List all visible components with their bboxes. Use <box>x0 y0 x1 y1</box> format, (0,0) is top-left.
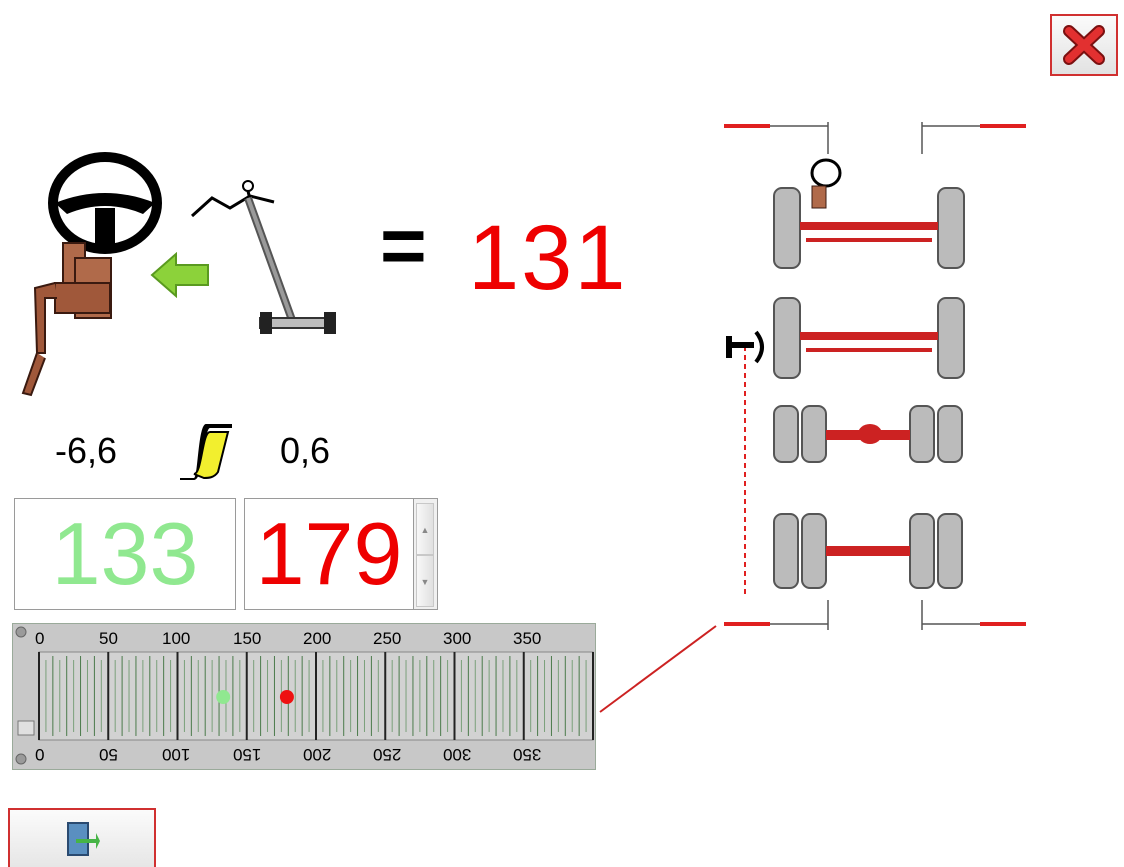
red-marker <box>279 690 294 704</box>
offset-left-value: -6,6 <box>55 430 118 471</box>
spinner-up-button[interactable]: ▲ <box>416 503 434 555</box>
bottom-label-0: 0 <box>35 745 45 764</box>
alignment-tool-icon <box>190 180 336 334</box>
top-label-50: 50 <box>99 629 118 648</box>
green-marker <box>216 690 231 704</box>
green-readout: 133 <box>14 498 236 610</box>
bottom-label-250: 250 <box>373 745 402 764</box>
spinner-down-button[interactable]: ▼ <box>416 555 434 607</box>
bottom-label-300: 300 <box>443 745 472 764</box>
bottom-label-50: 50 <box>99 745 118 764</box>
bottom-label-100: 100 <box>162 745 191 764</box>
top-label-250: 250 <box>373 629 402 648</box>
close-icon <box>1063 25 1105 65</box>
red-readout-spinner[interactable]: ▲ ▼ <box>414 498 438 610</box>
top-label-0: 0 <box>35 629 45 648</box>
yellow-curve-icon <box>180 424 232 480</box>
top-label-100: 100 <box>162 629 191 648</box>
red-readout[interactable]: 179 <box>244 498 414 610</box>
bottom-label-150: 150 <box>233 745 262 764</box>
top-label-200: 200 <box>303 629 332 648</box>
offset-right-value: 0,6 <box>280 430 331 471</box>
position-scale: 0 50 100 150 200 250 300 350 0 50 100 15… <box>12 623 596 770</box>
bottom-label-200: 200 <box>303 745 332 764</box>
top-label-350: 350 <box>513 629 542 648</box>
exit-door-icon <box>67 821 100 856</box>
steering-wheel-icon <box>21 152 162 397</box>
equals-sign: = <box>380 201 427 290</box>
axle-diagram-icon <box>599 122 1026 713</box>
close-button[interactable] <box>1050 14 1118 76</box>
bottom-label-350: 350 <box>513 745 542 764</box>
top-label-150: 150 <box>233 629 262 648</box>
exit-button[interactable] <box>8 808 156 867</box>
top-label-300: 300 <box>443 629 472 648</box>
